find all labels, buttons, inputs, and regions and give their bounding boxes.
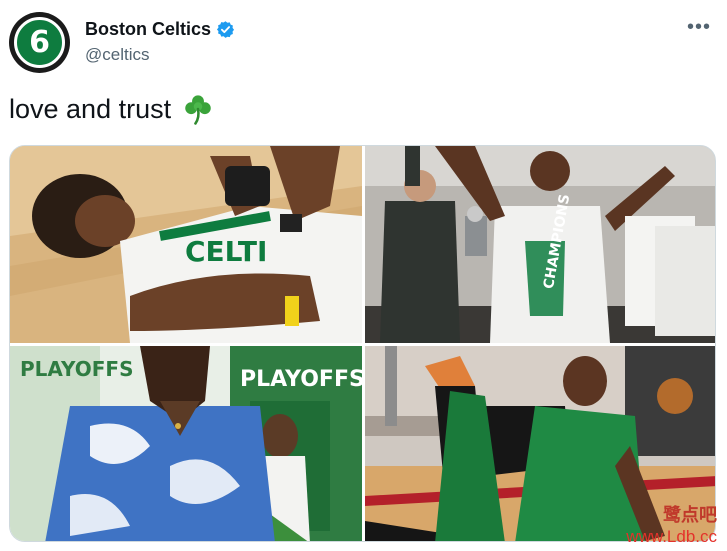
photo-floral-shirt[interactable]: PLAYOFFS PLAYOFFS <box>10 346 362 541</box>
shamrock-icon <box>185 95 211 125</box>
watermark-url: www.Ldb.cc <box>626 527 717 546</box>
user-handle[interactable]: @celtics <box>85 45 150 65</box>
verified-badge-icon <box>216 21 235 38</box>
display-name[interactable]: Boston Celtics <box>85 19 211 40</box>
tweet-text-content: love and trust <box>9 93 172 124</box>
svg-text:PLAYOFFS: PLAYOFFS <box>240 367 362 392</box>
watermark-chinese: 鹭点吧 <box>663 505 717 526</box>
tweet-text: love and trust <box>9 92 215 126</box>
tweet-header: 6 Boston Celtics @celtics ••• <box>0 0 727 80</box>
more-horizontal-icon[interactable]: ••• <box>687 16 711 39</box>
name-row: Boston Celtics <box>85 19 235 40</box>
avatar-number: 6 <box>14 17 65 68</box>
svg-text:CELTI: CELTI <box>185 235 267 268</box>
watermark: 鹭点吧 www.Ldb.cc <box>626 501 717 547</box>
avatar[interactable]: 6 <box>9 12 70 73</box>
photo-player-on-floor[interactable]: CELTI <box>10 146 362 343</box>
photo-locker-room-celebration[interactable]: CHAMPIONS <box>365 146 715 343</box>
media-grid: CELTI CHAMPIONS PLAYOFFS PLAYOFFS <box>9 145 716 542</box>
svg-text:PLAYOFFS: PLAYOFFS <box>20 357 133 381</box>
